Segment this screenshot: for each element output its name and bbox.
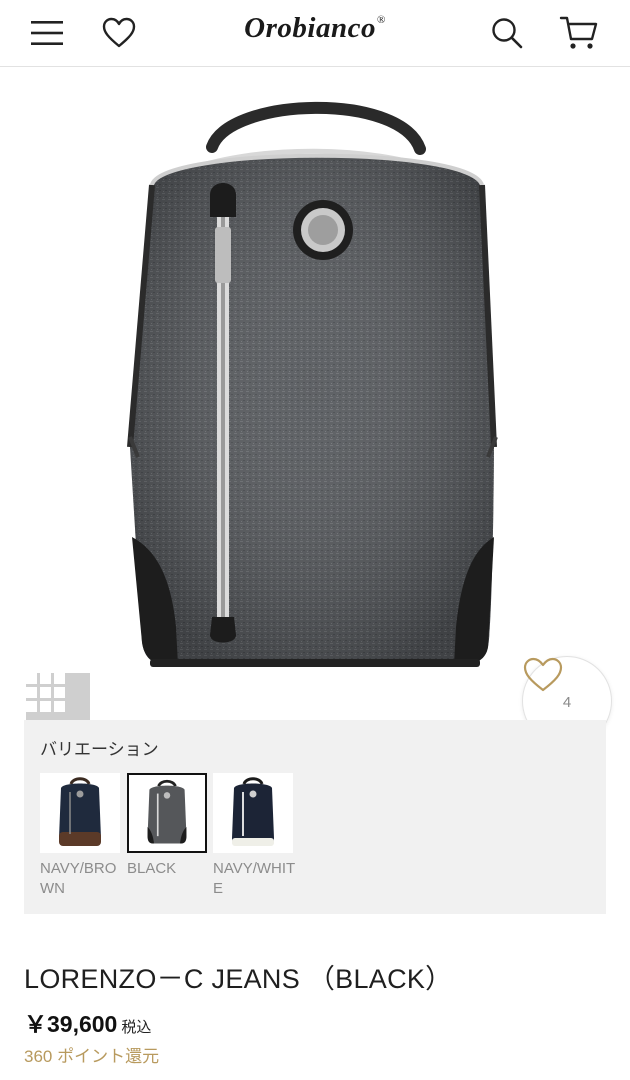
variation-label: BLACK bbox=[127, 860, 177, 877]
variation-backpack-image bbox=[59, 777, 101, 846]
search-button[interactable] bbox=[484, 10, 530, 56]
variation-item-navy-white[interactable]: NAVY/WHITE bbox=[213, 773, 295, 899]
variation-item-black[interactable]: BLACK bbox=[127, 773, 207, 879]
variation-thumbnail[interactable] bbox=[40, 773, 120, 853]
brand-logo[interactable]: Orobianco® bbox=[0, 12, 630, 45]
variation-label: NAVY/BROWN bbox=[40, 860, 117, 897]
product-title: LORENZO－C JEANS （BLACK） bbox=[24, 964, 453, 994]
variations-title: バリエーション bbox=[40, 740, 159, 759]
product-price: ￥39,600 bbox=[24, 1011, 118, 1037]
variation-backpack-image bbox=[147, 779, 187, 844]
cart-icon bbox=[559, 16, 598, 49]
tax-label: 税込 bbox=[121, 1019, 152, 1036]
variation-thumbnail-selected[interactable] bbox=[127, 773, 207, 853]
variation-backpack-image bbox=[232, 777, 274, 846]
brand-name: Orobianco bbox=[244, 12, 376, 44]
registered-mark: ® bbox=[376, 14, 386, 26]
variation-thumbnail[interactable] bbox=[213, 773, 293, 853]
variation-item-navy-brown[interactable]: NAVY/BROWN bbox=[40, 773, 120, 899]
backpack-product-photo bbox=[127, 101, 498, 667]
search-icon bbox=[492, 18, 523, 49]
points-reward: 360 ポイント還元 bbox=[24, 1047, 160, 1066]
product-image-area[interactable]: 4 bbox=[0, 67, 630, 746]
variation-label: NAVY/WHITE bbox=[213, 860, 296, 897]
heart-icon bbox=[523, 657, 563, 692]
grid-view-icon bbox=[26, 673, 65, 712]
cart-button[interactable] bbox=[556, 10, 602, 56]
variations-panel: バリエーション NAVY/BROWN BLACK NAVY/WHITE bbox=[24, 720, 606, 914]
price-row: ￥39,600 税込 bbox=[24, 1005, 151, 1039]
like-count: 4 bbox=[562, 693, 572, 711]
header: Orobianco® bbox=[0, 0, 630, 67]
